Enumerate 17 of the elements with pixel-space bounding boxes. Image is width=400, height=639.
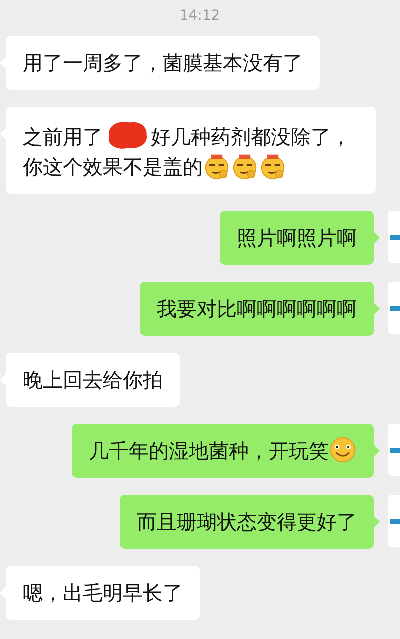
bubble-tail bbox=[374, 445, 380, 457]
smirk-emoji-icon bbox=[203, 152, 231, 180]
received-message: 之前用了 好几种药剂都没除了，你这个效果不是盖的 bbox=[6, 107, 376, 194]
received-message: 晚上回去给你拍 bbox=[6, 353, 180, 407]
bubble-tail bbox=[374, 516, 380, 528]
smirk-emoji-icon bbox=[231, 152, 259, 180]
smirk-emoji-icon bbox=[259, 152, 287, 180]
sent-message: 几千年的湿地菌种，开玩笑 bbox=[72, 424, 374, 478]
received-message: 嗯，出毛明早长了 bbox=[6, 566, 200, 620]
received-message: 用了一周多了，菌膜基本没有了 bbox=[6, 36, 320, 90]
smiley-emoji-icon bbox=[329, 436, 357, 464]
sent-message: 而且珊瑚状态变得更好了 bbox=[120, 495, 374, 549]
timestamp: 14:12 bbox=[178, 7, 222, 26]
bubble-tail bbox=[374, 232, 380, 244]
sent-message: 我要对比啊啊啊啊啊啊 bbox=[140, 282, 374, 336]
bubble-tail bbox=[374, 303, 380, 315]
sent-message: 照片啊照片啊 bbox=[220, 211, 374, 265]
